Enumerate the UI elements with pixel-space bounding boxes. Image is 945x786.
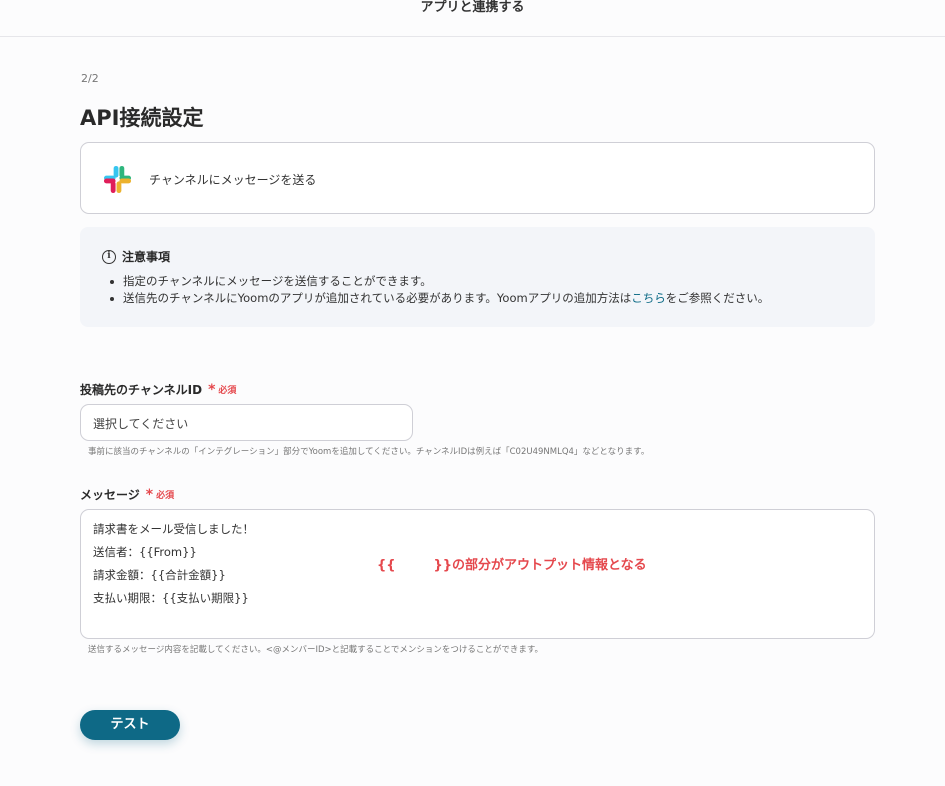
required-asterisk-icon: * bbox=[145, 486, 154, 503]
message-textarea[interactable]: 請求書をメール受信しました！ 送信者：{{From}} 請求金額：{{合計金額}… bbox=[80, 509, 875, 639]
action-label: チャンネルにメッセージを送る bbox=[149, 173, 317, 187]
notice-item: 指定のチャンネルにメッセージを送信することができます。 bbox=[110, 273, 769, 290]
message-line: 請求金額：{{合計金額}} bbox=[93, 568, 226, 582]
channel-id-placeholder: 選択してください bbox=[93, 417, 189, 431]
top-bar: アプリと連携する bbox=[0, 0, 945, 37]
required-asterisk-icon: * bbox=[208, 381, 216, 398]
message-line: 送信者：{{From}} bbox=[93, 545, 197, 559]
notice-title: 注意事項 bbox=[122, 250, 171, 264]
test-button[interactable]: テスト bbox=[80, 710, 180, 740]
message-label: メッセージ * 必須 bbox=[80, 486, 175, 503]
action-card[interactable]: チャンネルにメッセージを送る bbox=[80, 142, 875, 214]
message-help: 送信するメッセージ内容を記載してください。<@メンバーID>と記載することでメン… bbox=[88, 645, 544, 655]
step-indicator: 2/2 bbox=[81, 72, 99, 85]
message-line: 支払い期限：{{支払い期限}} bbox=[93, 591, 249, 605]
slack-icon bbox=[103, 165, 132, 194]
notice-header: i 注意事項 bbox=[102, 248, 170, 265]
required-badge: * 必須 bbox=[145, 486, 175, 503]
required-badge: * 必須 bbox=[208, 381, 237, 398]
info-icon: i bbox=[102, 249, 116, 264]
notice-box: i 注意事項 指定のチャンネルにメッセージを送信することができます。 送信先のチ… bbox=[80, 227, 875, 327]
notice-list: 指定のチャンネルにメッセージを送信することができます。 送信先のチャンネルにYo… bbox=[110, 273, 769, 307]
channel-id-help: 事前に該当のチャンネルの「インテグレーション」部分でYoomを追加してください。… bbox=[88, 447, 650, 457]
message-line: 請求書をメール受信しました！ bbox=[93, 522, 254, 536]
channel-id-label: 投稿先のチャンネルID * 必須 bbox=[80, 381, 237, 398]
channel-id-select[interactable]: 選択してください bbox=[80, 404, 413, 441]
output-annotation: {{}}の部分がアウトプット情報となる bbox=[377, 558, 647, 573]
header-title: アプリと連携する bbox=[420, 0, 525, 15]
notice-item: 送信先のチャンネルにYoomのアプリが追加されている必要があります。Yoomアプ… bbox=[110, 290, 769, 307]
page-title: API接続設定 bbox=[80, 106, 204, 130]
help-link[interactable]: こちら bbox=[631, 291, 666, 305]
